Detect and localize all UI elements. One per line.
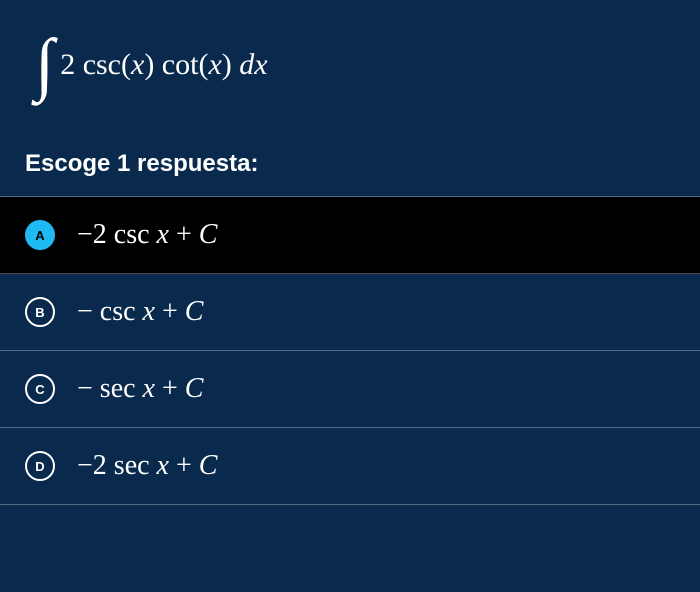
choice-letter-icon: B (25, 297, 55, 327)
choice-b[interactable]: B − csc x + C (0, 274, 700, 351)
choice-text: −2 csc x + C (77, 219, 217, 251)
choice-text: −2 sec x + C (77, 450, 217, 482)
choice-letter-icon: C (25, 374, 55, 404)
prompt-text: Escoge 1 respuesta: (0, 130, 700, 196)
choice-c[interactable]: C − sec x + C (0, 351, 700, 428)
integral-expression: ∫2 csc(x) cot(x) dx (25, 20, 675, 100)
question-area: ∫2 csc(x) cot(x) dx (0, 0, 700, 130)
choice-d[interactable]: D −2 sec x + C (0, 428, 700, 505)
choice-text: − csc x + C (77, 296, 203, 328)
choice-a[interactable]: A −2 csc x + C (0, 197, 700, 274)
choice-letter-icon: D (25, 451, 55, 481)
choice-text: − sec x + C (77, 373, 203, 405)
choices-list: A −2 csc x + C B − csc x + C C − sec x + C D −2… (0, 196, 700, 505)
choice-letter-icon: A (25, 220, 55, 250)
